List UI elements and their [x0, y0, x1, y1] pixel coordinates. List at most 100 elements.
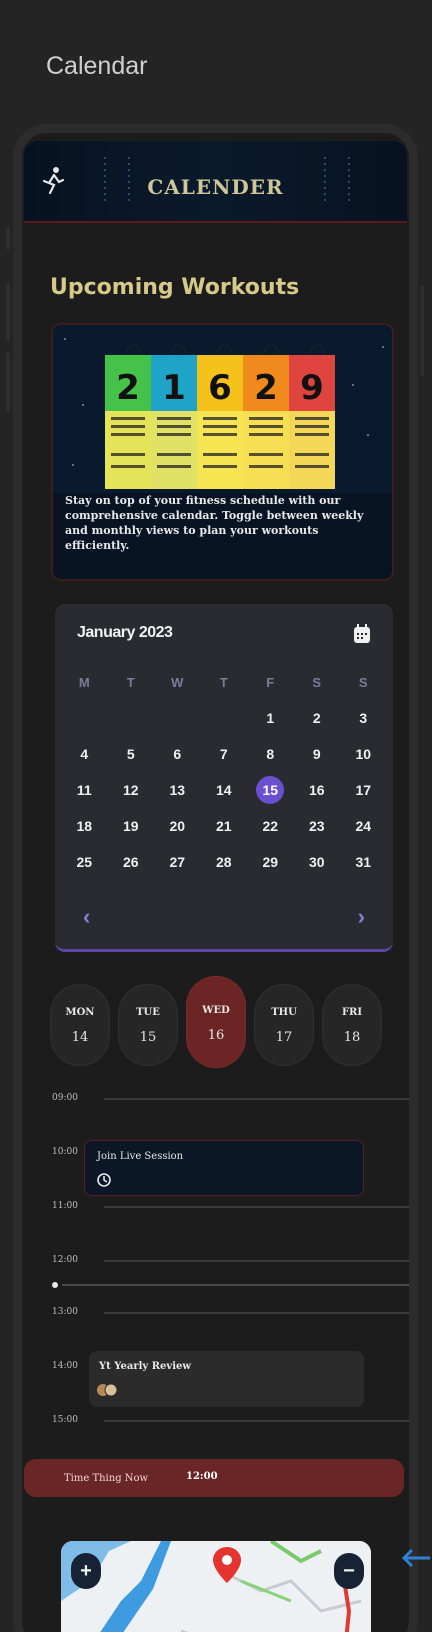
calendar-illustration: 2 1 6 2 9 [53, 325, 392, 493]
day-cell[interactable]: 6 [154, 746, 201, 762]
day-cell[interactable]: 9 [294, 746, 341, 762]
weekday-label: T [219, 674, 228, 690]
day-strip: MON 14 TUE 15 WED 16 THU 17 FRI 18 [50, 976, 400, 1072]
day-cell[interactable]: 22 [247, 818, 294, 834]
day-cell-selected[interactable]: 15 [247, 776, 294, 804]
day-cell[interactable]: 19 [108, 818, 155, 834]
weekday-label: S [312, 674, 322, 690]
calendar-icon[interactable] [353, 624, 371, 644]
hour-label: 11:00 [52, 1201, 78, 1211]
current-time-indicator [52, 1281, 409, 1301]
avatar-group-icon [97, 1383, 118, 1397]
day-pill-thu[interactable]: THU 17 [254, 984, 314, 1066]
event-card[interactable]: Join Live Session [84, 1140, 364, 1196]
calendar-month-label: January 2023 [77, 624, 173, 641]
day-cell[interactable]: 20 [154, 818, 201, 834]
now-label: Time Thing Now [64, 1473, 149, 1484]
illustration-digit: 9 [300, 368, 324, 408]
calendar-grid: M T W T F S S 1 2 3 4 5 6 7 8 9 10 11 12… [61, 664, 387, 880]
hour-label: 13:00 [52, 1307, 78, 1317]
illustration-digit: 6 [208, 368, 232, 408]
illustration-digit: 1 [162, 368, 186, 408]
weekday-header-row: M T W T F S S [61, 664, 387, 700]
day-cell[interactable]: 30 [294, 854, 341, 870]
week-row: 18 19 20 21 22 23 24 [61, 808, 387, 844]
day-cell[interactable]: 16 [294, 782, 341, 798]
day-cell[interactable]: 31 [340, 854, 387, 870]
week-row: 4 5 6 7 8 9 10 [61, 736, 387, 772]
event-title: Join Live Session [97, 1151, 184, 1162]
zoom-in-button[interactable]: + [71, 1553, 101, 1589]
hour-label: 09:00 [52, 1093, 78, 1103]
chevron-left-icon[interactable]: ‹ [83, 904, 90, 930]
day-cell[interactable]: 17 [340, 782, 387, 798]
weekday-label: M [78, 674, 90, 690]
weekday-label: T [126, 674, 135, 690]
day-cell[interactable]: 26 [108, 854, 155, 870]
now-time: 12:00 [186, 1471, 218, 1482]
day-number: 17 [275, 1030, 293, 1045]
side-button [6, 352, 10, 412]
hour-label: 15:00 [52, 1415, 78, 1425]
day-pill-mon[interactable]: MON 14 [50, 984, 110, 1066]
event-title: Yt Yearly Review [99, 1361, 191, 1372]
illustration-digit: 2 [254, 368, 278, 408]
day-cell[interactable]: 3 [340, 710, 387, 726]
chevron-right-icon[interactable]: › [358, 904, 365, 930]
weekday-label: W [171, 674, 184, 690]
week-row: 11 12 13 14 15 16 17 [61, 772, 387, 808]
day-name: WED [202, 1005, 230, 1016]
timeline-hour-row: 12:00 [52, 1255, 409, 1275]
day-cell[interactable]: 10 [340, 746, 387, 762]
day-cell[interactable]: 14 [201, 782, 248, 798]
hour-label: 12:00 [52, 1255, 78, 1265]
day-cell[interactable]: 21 [201, 818, 248, 834]
phone-frame: CALENDER Upcoming Workouts 2 1 6 2 9 Sta… [13, 124, 418, 1632]
app-header: CALENDER [24, 141, 407, 223]
day-cell[interactable]: 18 [61, 818, 108, 834]
day-cell[interactable]: 27 [154, 854, 201, 870]
day-cell[interactable]: 29 [247, 854, 294, 870]
day-cell[interactable]: 11 [61, 782, 108, 798]
day-cell[interactable]: 12 [108, 782, 155, 798]
week-row: 25 26 27 28 29 30 31 [61, 844, 387, 880]
day-cell[interactable]: 2 [294, 710, 341, 726]
zoom-out-button[interactable]: − [334, 1553, 364, 1589]
day-number: 14 [71, 1030, 89, 1045]
day-number: 16 [207, 1028, 225, 1043]
day-cell[interactable]: 5 [108, 746, 155, 762]
day-name: THU [271, 1007, 297, 1018]
day-cell[interactable]: 23 [294, 818, 341, 834]
day-cell[interactable]: 1 [247, 710, 294, 726]
hour-label: 10:00 [52, 1147, 78, 1157]
section-title: Upcoming Workouts [50, 275, 300, 300]
hour-label: 14:00 [52, 1361, 78, 1371]
day-pill-tue[interactable]: TUE 15 [118, 984, 178, 1066]
event-card[interactable]: Yt Yearly Review [89, 1351, 364, 1407]
day-pill-wed[interactable]: WED 16 [186, 976, 246, 1068]
day-cell[interactable]: 8 [247, 746, 294, 762]
day-number: 18 [343, 1030, 361, 1045]
map-pin-icon[interactable] [213, 1547, 241, 1583]
page-title: Calendar [46, 52, 148, 80]
day-cell[interactable]: 4 [61, 746, 108, 762]
promo-description: Stay on top of your fitness schedule wit… [65, 494, 364, 552]
header-title: CALENDER [147, 175, 284, 199]
selected-day-label: 15 [256, 776, 285, 804]
promo-card[interactable]: 2 1 6 2 9 Stay on top of your fitness sc… [51, 323, 394, 581]
day-cell[interactable]: 28 [201, 854, 248, 870]
day-cell[interactable]: 7 [201, 746, 248, 762]
illustration-digit: 2 [116, 368, 140, 408]
day-pill-fri[interactable]: FRI 18 [322, 984, 382, 1066]
day-cell[interactable]: 24 [340, 818, 387, 834]
day-cell[interactable]: 13 [154, 782, 201, 798]
week-row: 1 2 3 [61, 700, 387, 736]
map-view[interactable]: + − [61, 1541, 371, 1632]
timer-icon [97, 1173, 111, 1187]
weekday-label: S [358, 674, 368, 690]
day-name: MON [65, 1007, 95, 1018]
weekday-label: F [266, 674, 275, 690]
timeline-hour-row: 13:00 [52, 1307, 409, 1327]
arrow-left-icon [401, 1548, 430, 1568]
day-cell[interactable]: 25 [61, 854, 108, 870]
